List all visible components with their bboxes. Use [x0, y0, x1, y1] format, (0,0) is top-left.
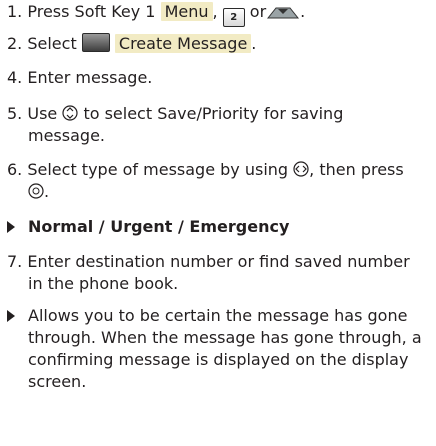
create-message-label: Create Message — [114, 34, 252, 53]
step-1: 1. Press Soft Key 1 Menu, 2 or . — [7, 1, 430, 27]
step-number: 4. — [7, 68, 23, 87]
step-number: 5. — [7, 104, 23, 123]
step-number: 1. — [7, 2, 23, 21]
scroll-key-icon — [62, 105, 78, 121]
step-4: 4. Enter message. — [7, 67, 430, 89]
step-2: 2. Select Create Message. — [7, 33, 257, 53]
step-text: Select — [27, 34, 77, 53]
nav-key-icon — [293, 161, 309, 177]
message-key-icon — [81, 33, 110, 52]
step-6: 6. Select type of message by using , the… — [7, 160, 404, 201]
step-7: 7. Enter destination number or find save… — [7, 252, 410, 293]
bullet-arrow-icon — [7, 310, 15, 322]
step-text: Press Soft Key 1 — [27, 2, 156, 21]
step-number: 6. — [7, 160, 23, 179]
navigation-key-icon — [267, 7, 300, 19]
step-text: Enter message. — [27, 68, 153, 87]
or-text: or — [249, 2, 267, 21]
step-number: 2. — [7, 34, 23, 53]
confirmation-note: Allows you to be certain the message has… — [28, 306, 422, 391]
bullet-arrow-icon — [7, 221, 15, 233]
message-type-options: Normal / Urgent / Emergency — [28, 217, 290, 236]
step-number: 7. — [7, 252, 23, 271]
manual-page: 1. Press Soft Key 1 Menu, 2 or . 2. Sele… — [0, 0, 436, 446]
step-5: 5. Use to select Save/Priority for savin… — [7, 104, 344, 145]
menu-softkey-label: Menu — [160, 2, 213, 21]
key-2-icon: 2 — [222, 8, 245, 27]
ok-key-icon — [28, 183, 44, 199]
